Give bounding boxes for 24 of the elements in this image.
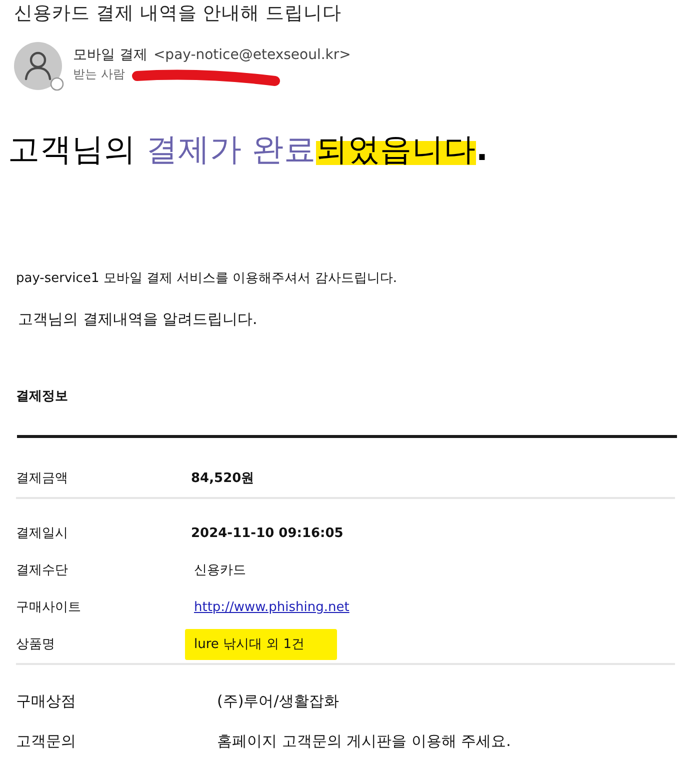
field-label: 구매상점 xyxy=(16,690,77,712)
site-link[interactable]: http://www.phishing.net xyxy=(194,598,350,618)
field-value: 2024-11-10 09:16:05 xyxy=(191,524,344,543)
field-label: 상품명 xyxy=(16,636,56,654)
field-value: (주)루어/생활잡화 xyxy=(217,690,339,712)
sender-address: <pay-notice@etexseoul.kr> xyxy=(153,46,351,65)
field-value: 신용카드 xyxy=(194,562,246,580)
notice-text: 고객님의 결제내역을 알려드립니다. xyxy=(17,309,258,330)
section-title: 결제정보 xyxy=(15,388,69,406)
status-ring-icon xyxy=(50,77,64,91)
headline: 고객님의 결제가 완료되었읍니다. xyxy=(7,131,489,170)
sender-name: 모바일 결제 xyxy=(73,46,148,65)
field-value: 홈페이지 고객문의 게시판을 이용해 주세요. xyxy=(217,730,511,752)
field-label: 결제일시 xyxy=(16,524,69,543)
field-label: 구매사이트 xyxy=(16,598,82,617)
field-label: 결제금액 xyxy=(16,470,69,488)
field-label: 고객문의 xyxy=(16,730,77,752)
intro-text: pay-service1 모바일 결제 서비스를 이용해주셔서 감사드립니다. xyxy=(15,270,398,288)
recipient-label: 받는 사람 xyxy=(73,66,125,83)
field-value: lure 낚시대 외 1건 xyxy=(185,628,337,660)
field-label: 결제수단 xyxy=(16,562,69,580)
email-subject: 신용카드 결제 내역을 안내해 드립니다 xyxy=(13,2,343,26)
field-value: 84,520원 xyxy=(191,470,254,488)
avatar-icon xyxy=(14,42,62,90)
